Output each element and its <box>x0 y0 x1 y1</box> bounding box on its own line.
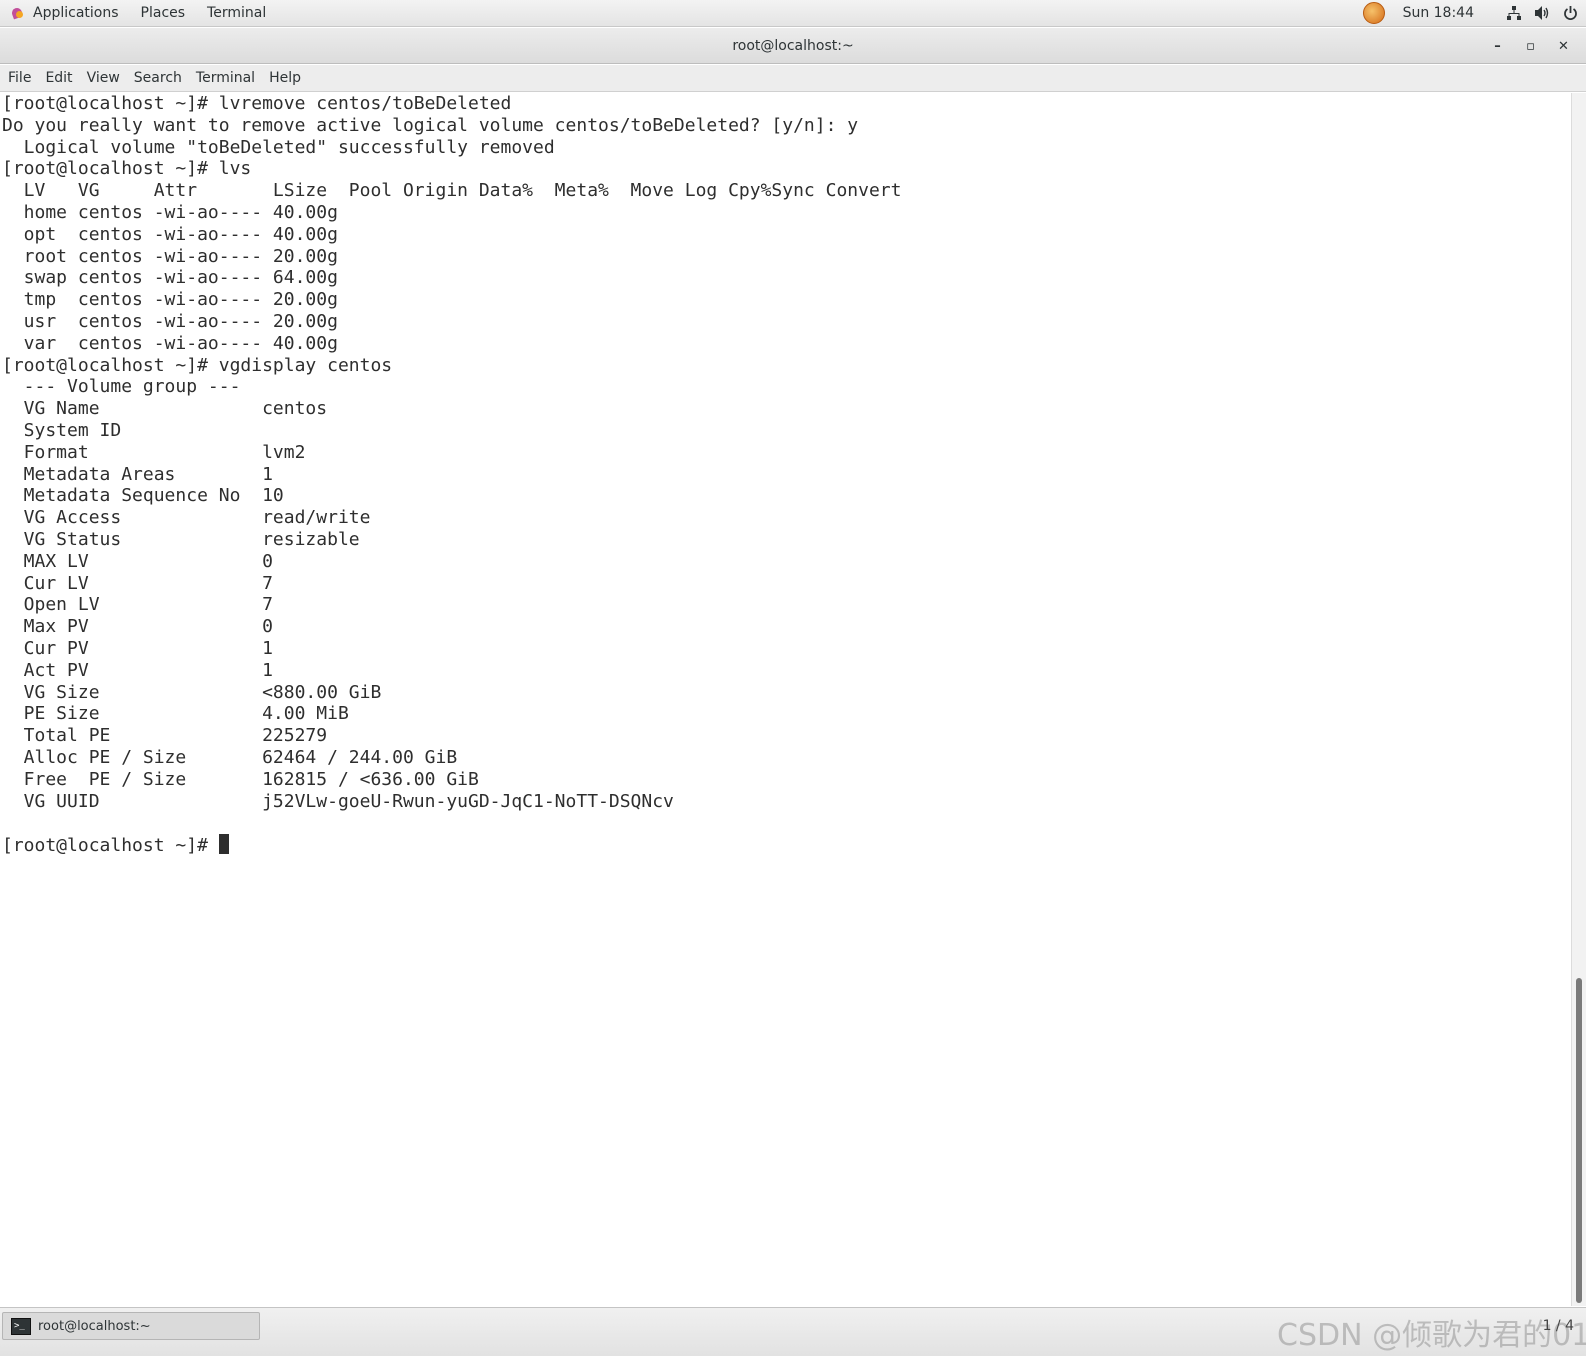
terminal-line: Act PV 1 <box>2 659 273 681</box>
terminal-line: [root@localhost ~]# lvremove centos/toBe… <box>2 93 512 114</box>
terminal-line: var centos -wi-ao---- 40.00g <box>2 332 338 354</box>
menu-file[interactable]: File <box>0 65 38 91</box>
terminal-line: Do you really want to remove active logi… <box>2 114 859 136</box>
scrollbar-thumb[interactable] <box>1576 978 1582 1303</box>
terminal-line: VG Size <880.00 GiB <box>2 681 382 703</box>
menu-search[interactable]: Search <box>127 65 189 91</box>
places-label: Places <box>140 5 186 21</box>
terminal-line: MAX LV 0 <box>2 550 273 572</box>
terminal-line: root centos -wi-ao---- 20.00g <box>2 245 338 267</box>
terminal-cursor <box>218 834 229 855</box>
watermark: CSDN @倾歌为君的01 <box>1277 1318 1586 1353</box>
taskbar-item-label: root@localhost:~ <box>38 1318 151 1334</box>
terminal-app-label: Terminal <box>207 5 267 21</box>
terminal-line: usr centos -wi-ao---- 20.00g <box>2 310 338 332</box>
taskbar: >_ root@localhost:~ CSDN @倾歌为君的01 1 / 4 <box>0 1307 1586 1356</box>
terminal-line: home centos -wi-ao---- 40.00g <box>2 201 338 223</box>
window-controls: – ▫ ✕ <box>1481 28 1580 64</box>
terminal-prompt-line[interactable]: [root@localhost ~]# <box>2 834 1571 856</box>
terminal-line: System ID <box>2 419 122 441</box>
window-titlebar[interactable]: root@localhost:~ – ▫ ✕ <box>0 28 1586 64</box>
terminal-line: LV VG Attr LSize Pool Origin Data% Meta%… <box>2 180 902 202</box>
terminal-line: [root@localhost ~]# lvs <box>2 158 252 180</box>
close-button[interactable]: ✕ <box>1547 32 1580 60</box>
menu-edit[interactable]: Edit <box>38 65 79 91</box>
terminal-line: Free PE / Size 162815 / <636.00 GiB <box>2 768 479 790</box>
taskbar-item-terminal[interactable]: >_ root@localhost:~ <box>2 1312 260 1340</box>
terminal-line: VG Access read/write <box>2 507 371 529</box>
terminal-line: Cur PV 1 <box>2 637 273 659</box>
clock[interactable]: Sun 18:44 <box>1403 5 1474 21</box>
terminal-scrollbar[interactable] <box>1571 93 1586 1306</box>
menu-view[interactable]: View <box>80 65 127 91</box>
terminal-line: opt centos -wi-ao---- 40.00g <box>2 223 338 245</box>
panel-right: Sun 18:44 <box>1362 0 1586 26</box>
terminal-prompt: [root@localhost ~]# <box>2 835 219 857</box>
minimize-button[interactable]: – <box>1481 32 1514 60</box>
menu-help[interactable]: Help <box>262 65 308 91</box>
terminal-line: Alloc PE / Size 62464 / 244.00 GiB <box>2 746 458 768</box>
panel-left: Applications Places Terminal <box>0 0 277 26</box>
terminal-line: --- Volume group --- <box>2 376 241 398</box>
terminal-line: [root@localhost ~]# vgdisplay centos <box>2 354 393 376</box>
terminal-line: Logical volume "toBeDeleted" successfull… <box>2 136 555 158</box>
terminal-lines: [root@localhost ~]# lvremove centos/toBe… <box>2 93 1571 834</box>
terminal-line: PE Size 4.00 MiB <box>2 703 349 725</box>
maximize-icon: ▫ <box>1526 38 1535 54</box>
terminal-line: Open LV 7 <box>2 594 273 616</box>
menu-terminal[interactable]: Terminal <box>189 65 262 91</box>
close-icon: ✕ <box>1558 38 1569 54</box>
top-panel: Applications Places Terminal Sun 18:44 <box>0 0 1586 27</box>
maximize-button[interactable]: ▫ <box>1514 32 1547 60</box>
power-icon[interactable] <box>1562 5 1578 21</box>
terminal-app-menu[interactable]: Terminal <box>196 0 277 26</box>
terminal-line: Metadata Sequence No 10 <box>2 485 284 507</box>
applications-icon <box>11 6 25 20</box>
minimize-icon: – <box>1494 38 1501 54</box>
menubar: File Edit View Search Terminal Help <box>0 65 1586 92</box>
terminal-line: VG Status resizable <box>2 528 360 550</box>
network-icon[interactable] <box>1506 5 1522 21</box>
terminal-line: VG Name centos <box>2 398 328 420</box>
terminal-line: swap centos -wi-ao---- 64.00g <box>2 267 338 289</box>
terminal-line: Cur LV 7 <box>2 572 273 594</box>
terminal-line: tmp centos -wi-ao---- 20.00g <box>2 289 338 311</box>
terminal-output[interactable]: [root@localhost ~]# lvremove centos/toBe… <box>0 93 1571 1306</box>
terminal-line: Total PE 225279 <box>2 725 328 747</box>
applications-menu[interactable]: Applications <box>0 0 130 26</box>
terminal-line: Format lvm2 <box>2 441 306 463</box>
workspace-indicator[interactable]: 1 / 4 <box>1543 1318 1574 1334</box>
volume-icon[interactable] <box>1534 5 1550 21</box>
window-title: root@localhost:~ <box>732 37 854 54</box>
terminal-line: VG UUID j52VLw-goeU-Rwun-yuGD-JqC1-NoTT-… <box>2 790 674 812</box>
places-menu[interactable]: Places <box>130 0 197 26</box>
applications-label: Applications <box>33 5 119 21</box>
terminal-line: Max PV 0 <box>2 616 273 638</box>
terminal-icon: >_ <box>11 1317 31 1335</box>
terminal-line: Metadata Areas 1 <box>2 463 273 485</box>
user-avatar-icon[interactable] <box>1362 2 1385 24</box>
